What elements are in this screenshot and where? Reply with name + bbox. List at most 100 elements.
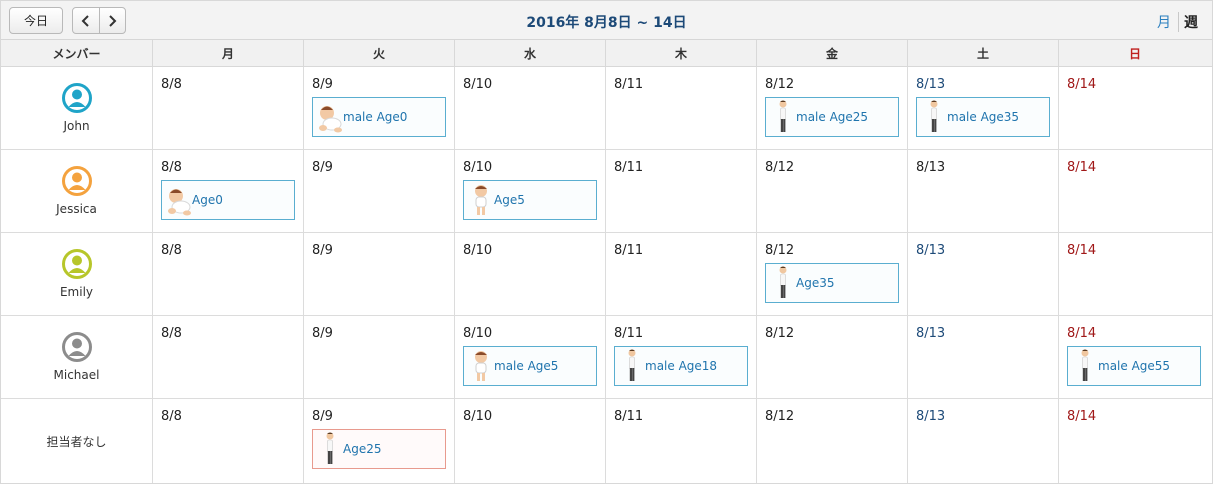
day-date: 8/11 bbox=[614, 77, 644, 92]
day-date: 8/12 bbox=[765, 409, 795, 424]
day-cell[interactable]: 8/8 bbox=[153, 233, 304, 315]
member-column-header: メンバー bbox=[1, 40, 153, 66]
day-cell[interactable]: 8/11 male Age18 bbox=[606, 316, 757, 398]
week-view-link[interactable]: 週 bbox=[1179, 12, 1198, 32]
schedule-event[interactable]: Age0 bbox=[161, 180, 295, 220]
avatar-icon bbox=[61, 332, 92, 362]
day-cell[interactable]: 8/13 bbox=[908, 316, 1059, 398]
schedule-event[interactable]: male Age18 bbox=[614, 346, 748, 386]
schedule-event[interactable]: male Age25 bbox=[765, 97, 899, 137]
view-switcher: 月 週 bbox=[1157, 12, 1198, 32]
member-row: 担当者なし 8/8 8/9 Age25 8/10 8/11 8/12 8/13 8/14 bbox=[1, 399, 1212, 483]
day-cell[interactable]: 8/9 male Age0 bbox=[304, 67, 455, 149]
day-cell[interactable]: 8/11 bbox=[606, 399, 757, 483]
day-date: 8/11 bbox=[614, 409, 644, 424]
month-view-link[interactable]: 月 bbox=[1157, 12, 1179, 32]
day-date: 8/9 bbox=[312, 160, 333, 175]
day-cell[interactable]: 8/12 bbox=[757, 316, 908, 398]
day-date: 8/8 bbox=[161, 160, 182, 175]
day-cell[interactable]: 8/11 bbox=[606, 67, 757, 149]
day-cell[interactable]: 8/14 bbox=[1059, 150, 1211, 232]
baby-figure-icon bbox=[168, 189, 191, 216]
day-date: 8/13 bbox=[916, 326, 946, 341]
day-cell[interactable]: 8/14 bbox=[1059, 399, 1211, 483]
day-header-tue: 火 bbox=[304, 40, 455, 66]
day-date: 8/11 bbox=[614, 326, 644, 341]
day-cell[interactable]: 8/9 bbox=[304, 316, 455, 398]
day-date: 8/13 bbox=[916, 409, 946, 424]
day-date: 8/14 bbox=[1067, 160, 1097, 175]
day-cell[interactable]: 8/12 bbox=[757, 399, 908, 483]
day-date: 8/12 bbox=[765, 326, 795, 341]
schedule-grid: メンバー 月 火 水 木 金 土 日 John 8/8 8/9 male Age0 8/… bbox=[1, 40, 1212, 483]
schedule-event[interactable]: male Age5 bbox=[463, 346, 597, 386]
day-cell[interactable]: 8/14 male Age55 bbox=[1059, 316, 1211, 398]
day-date: 8/8 bbox=[161, 409, 182, 424]
day-cell[interactable]: 8/14 bbox=[1059, 67, 1211, 149]
day-cell[interactable]: 8/12 Age35 bbox=[757, 233, 908, 315]
day-cell[interactable]: 8/9 bbox=[304, 150, 455, 232]
person-figure-icon bbox=[779, 100, 787, 132]
member-row: Emily 8/8 8/9 8/10 8/11 8/12 Age35 8/13 8/14 bbox=[1, 233, 1212, 316]
day-date: 8/11 bbox=[614, 160, 644, 175]
schedule-event[interactable]: Age35 bbox=[765, 263, 899, 303]
event-label: male Age18 bbox=[645, 359, 718, 373]
day-cell[interactable]: 8/10 Age5 bbox=[455, 150, 606, 232]
schedule-event[interactable]: male Age35 bbox=[916, 97, 1050, 137]
day-cell[interactable]: 8/13 male Age35 bbox=[908, 67, 1059, 149]
day-date: 8/12 bbox=[765, 243, 795, 258]
day-cell[interactable]: 8/10 male Age5 bbox=[455, 316, 606, 398]
day-date: 8/8 bbox=[161, 326, 182, 341]
day-header-thu: 木 bbox=[606, 40, 757, 66]
day-header-mon: 月 bbox=[153, 40, 304, 66]
day-date: 8/10 bbox=[463, 77, 493, 92]
day-cell[interactable]: 8/9 Age25 bbox=[304, 399, 455, 483]
day-date: 8/9 bbox=[312, 243, 333, 258]
day-date: 8/14 bbox=[1067, 77, 1097, 92]
day-date: 8/11 bbox=[614, 243, 644, 258]
person-figure-icon bbox=[1081, 349, 1089, 381]
day-cell[interactable]: 8/10 bbox=[455, 399, 606, 483]
event-label: male Age5 bbox=[494, 359, 559, 373]
day-cell[interactable]: 8/8 bbox=[153, 67, 304, 149]
person-figure-icon bbox=[779, 266, 787, 298]
event-label: male Age35 bbox=[947, 110, 1020, 124]
day-date: 8/14 bbox=[1067, 243, 1097, 258]
day-cell[interactable]: 8/11 bbox=[606, 150, 757, 232]
day-date: 8/12 bbox=[765, 160, 795, 175]
child-figure-icon bbox=[475, 351, 487, 381]
member-name: John bbox=[63, 119, 90, 133]
member-row: Jessica 8/8 Age0 8/9 8/10 Age5 8/11 8/12 8/13 8/1… bbox=[1, 150, 1212, 233]
day-cell[interactable]: 8/8 bbox=[153, 399, 304, 483]
day-cell[interactable]: 8/8 bbox=[153, 316, 304, 398]
member-cell: Jessica bbox=[1, 150, 153, 232]
day-cell[interactable]: 8/11 bbox=[606, 233, 757, 315]
date-range-title: 2016年 8月8日 ~ 14日 bbox=[526, 15, 687, 31]
grid-header: メンバー 月 火 水 木 金 土 日 bbox=[1, 40, 1212, 67]
event-label: Age5 bbox=[494, 193, 525, 207]
schedule-event[interactable]: male Age0 bbox=[312, 97, 446, 137]
member-name: 担当者なし bbox=[46, 434, 107, 449]
member-cell: Michael bbox=[1, 316, 153, 398]
day-header-fri: 金 bbox=[757, 40, 908, 66]
day-header-sat: 土 bbox=[908, 40, 1059, 66]
day-cell[interactable]: 8/13 bbox=[908, 399, 1059, 483]
day-date: 8/10 bbox=[463, 326, 493, 341]
day-cell[interactable]: 8/14 bbox=[1059, 233, 1211, 315]
day-cell[interactable]: 8/13 bbox=[908, 233, 1059, 315]
event-label: male Age25 bbox=[796, 110, 869, 124]
schedule-event[interactable]: Age5 bbox=[463, 180, 597, 220]
day-cell[interactable]: 8/12 male Age25 bbox=[757, 67, 908, 149]
day-date: 8/14 bbox=[1067, 326, 1097, 341]
day-cell[interactable]: 8/8 Age0 bbox=[153, 150, 304, 232]
day-cell[interactable]: 8/10 bbox=[455, 67, 606, 149]
schedule-event[interactable]: male Age55 bbox=[1067, 346, 1201, 386]
day-cell[interactable]: 8/12 bbox=[757, 150, 908, 232]
member-row: Michael 8/8 8/9 8/10 male Age5 8/11 male Age18… bbox=[1, 316, 1212, 399]
schedule-event[interactable]: Age25 bbox=[312, 429, 446, 469]
day-cell[interactable]: 8/10 bbox=[455, 233, 606, 315]
person-figure-icon bbox=[930, 100, 938, 132]
day-cell[interactable]: 8/9 bbox=[304, 233, 455, 315]
member-cell: John bbox=[1, 67, 153, 149]
day-cell[interactable]: 8/13 bbox=[908, 150, 1059, 232]
